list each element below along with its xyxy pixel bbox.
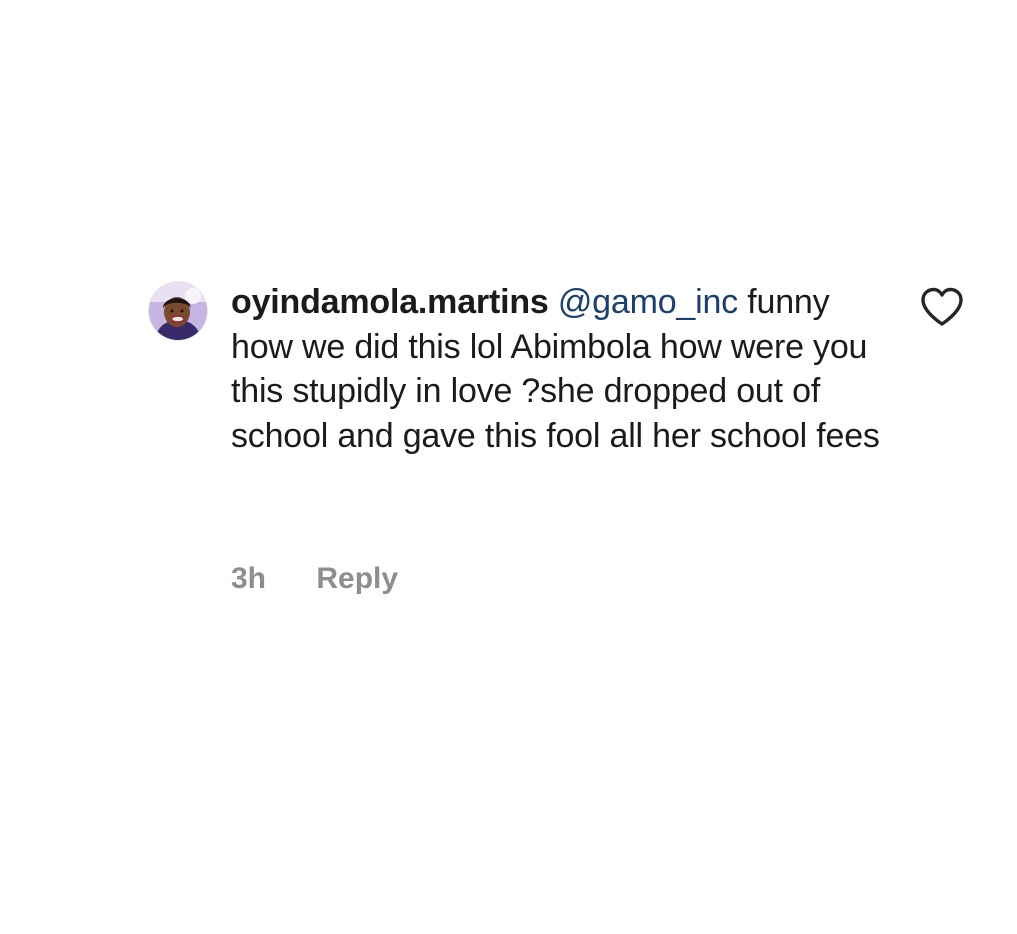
avatar[interactable] <box>149 282 207 340</box>
comment-username[interactable]: oyindamola.martins <box>231 283 549 321</box>
comment: oyindamola.martins @gamo_inc funny how w… <box>149 280 979 610</box>
reply-button[interactable]: Reply <box>316 562 398 596</box>
avatar-photo <box>149 282 207 340</box>
comment-mention[interactable]: @gamo_inc <box>558 283 738 321</box>
comment-body: oyindamola.martins @gamo_inc funny how w… <box>231 280 881 458</box>
comment-meta: 3h Reply <box>231 562 398 596</box>
heart-outline-icon <box>921 287 963 326</box>
comment-timestamp: 3h <box>231 562 267 595</box>
like-button[interactable] <box>919 286 965 328</box>
